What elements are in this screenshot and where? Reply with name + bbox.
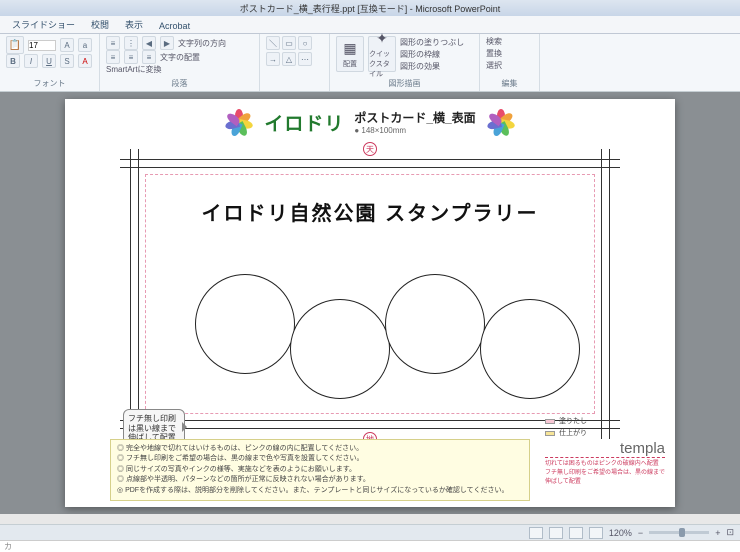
ribbon-tabs: スライドショー 校閲 表示 Acrobat <box>0 16 740 34</box>
shrink-font-button[interactable]: a <box>78 38 92 52</box>
text-align-label[interactable]: 文字の配置 <box>160 52 200 63</box>
shape-outline-label[interactable]: 図形の枠線 <box>400 49 464 60</box>
brand-logo-icon <box>486 107 516 137</box>
slide-title-text[interactable]: イロドリ自然公園 スタンプラリー <box>65 197 675 226</box>
drawing-group-label: 図形描画 <box>336 78 473 89</box>
strike-button[interactable]: S <box>60 54 74 68</box>
shape-triangle-button[interactable]: △ <box>282 52 296 66</box>
slideshow-view-button[interactable] <box>589 527 603 539</box>
font-size-input[interactable] <box>28 40 56 51</box>
tab-slideshow[interactable]: スライドショー <box>4 16 83 33</box>
font-group-label: フォント <box>6 78 93 89</box>
window-title: ポストカード_横_表行程.ppt [互換モード] - Microsoft Pow… <box>240 2 501 15</box>
brand-logo-icon <box>224 107 254 137</box>
quick-styles-button[interactable]: ✦クイックスタイル <box>368 36 396 72</box>
arrange-icon: ▦ <box>343 40 356 57</box>
text-direction-label[interactable]: 文字列の方向 <box>178 38 226 49</box>
stamp-circle[interactable] <box>385 274 485 374</box>
fit-button[interactable]: ⊡ <box>726 527 734 538</box>
shape-oval-button[interactable]: ○ <box>298 36 312 50</box>
numbering-button[interactable]: ⋮ <box>124 36 138 50</box>
note-item: フチ無し印刷をご希望の場合は、黒の線まで色や写真を設置してください。 <box>117 454 523 465</box>
grow-font-button[interactable]: A <box>60 38 74 52</box>
italic-button[interactable]: I <box>24 54 38 68</box>
paragraph-group-label: 段落 <box>106 78 253 89</box>
clipboard-icon: 📋 <box>9 40 21 51</box>
swatch-nuritashi <box>545 419 555 424</box>
indent-inc-button[interactable]: ▶ <box>160 36 174 50</box>
stamp-circle[interactable] <box>195 274 295 374</box>
paste-button[interactable]: 📋 <box>6 36 24 54</box>
instruction-notes[interactable]: 完全や地線で切れてはいけるものは、ピンクの線の内に配置してください。 フチ無し印… <box>110 439 530 502</box>
align-left-button[interactable]: ≡ <box>106 50 120 64</box>
zoom-out-button[interactable]: − <box>638 528 643 538</box>
find-button[interactable]: 検索 <box>486 36 533 47</box>
swatch-shiagari <box>545 431 555 436</box>
top-marker: 天 <box>363 142 377 156</box>
ime-indicator: カ <box>0 540 740 552</box>
shape-arrow-button[interactable]: → <box>266 52 280 66</box>
zoom-in-button[interactable]: + <box>715 528 720 538</box>
shape-effects-label[interactable]: 図形の効果 <box>400 61 464 72</box>
legend-note: フチ無し印刷をご希望の場合は、黒の線まで伸ばして配置 <box>545 467 665 485</box>
underline-button[interactable]: U <box>42 54 56 68</box>
tab-acrobat[interactable]: Acrobat <box>151 19 198 33</box>
note-item: 同じサイズの写真やインクの様等、実施などを表のようにお願いします。 <box>117 465 523 476</box>
shape-more-button[interactable]: ⋯ <box>298 52 312 66</box>
title-bar: ポストカード_横_表行程.ppt [互換モード] - Microsoft Pow… <box>0 0 740 16</box>
tab-view[interactable]: 表示 <box>117 16 151 33</box>
bold-button[interactable]: B <box>6 54 20 68</box>
normal-view-button[interactable] <box>529 527 543 539</box>
note-item: PDFを作成する際は、説明部分を削除してください。また、テンプレートと同じサイズ… <box>117 486 523 497</box>
slide-workspace[interactable]: イロドリ ポストカード_横_表面 ● 148×100mm <box>0 92 740 514</box>
reading-view-button[interactable] <box>569 527 583 539</box>
note-item: 点線部や半透明、パターンなどの箇所が正常に反映されない場合があります。 <box>117 475 523 486</box>
tab-review[interactable]: 校閲 <box>83 16 117 33</box>
template-legend: 塗りたし 仕上がり templa 切れては困るものはピンクの破線内へ配置 フチ無… <box>545 416 665 485</box>
bullets-button[interactable]: ≡ <box>106 36 120 50</box>
template-subtitle: ポストカード_横_表面 <box>354 109 475 126</box>
stamp-circle[interactable] <box>290 299 390 399</box>
status-bar: 120% − + ⊡ <box>0 524 740 540</box>
replace-button[interactable]: 置換 <box>486 48 533 59</box>
sorter-view-button[interactable] <box>549 527 563 539</box>
indent-dec-button[interactable]: ◀ <box>142 36 156 50</box>
slide-canvas[interactable]: イロドリ ポストカード_横_表面 ● 148×100mm <box>65 99 675 507</box>
template-dimensions: ● 148×100mm <box>354 126 475 135</box>
brand-name: イロドリ <box>264 109 344 136</box>
styles-icon: ✦ <box>376 30 388 47</box>
align-right-button[interactable]: ≡ <box>142 50 156 64</box>
shape-fill-label[interactable]: 図形の塗りつぶし <box>400 37 464 48</box>
zoom-level[interactable]: 120% <box>609 528 632 538</box>
note-item: 完全や地線で切れてはいけるものは、ピンクの線の内に配置してください。 <box>117 444 523 455</box>
shape-rect-button[interactable]: ▭ <box>282 36 296 50</box>
stamp-circle[interactable] <box>480 299 580 399</box>
arrange-button[interactable]: ▦配置 <box>336 36 364 72</box>
font-color-button[interactable]: A <box>78 54 92 68</box>
smartart-label[interactable]: SmartArtに変換 <box>106 64 162 75</box>
align-center-button[interactable]: ≡ <box>124 50 138 64</box>
templa-label: templa <box>545 440 665 458</box>
zoom-slider[interactable] <box>649 531 709 534</box>
select-button[interactable]: 選択 <box>486 60 533 71</box>
legend-note: 切れては困るものはピンクの破線内へ配置 <box>545 458 665 467</box>
editing-group-label: 編集 <box>486 78 533 89</box>
shape-line-button[interactable]: ＼ <box>266 36 280 50</box>
ribbon: 📋 A a B I U S A フォント ≡ ⋮ ◀ ▶ 文字列の方向 <box>0 34 740 92</box>
